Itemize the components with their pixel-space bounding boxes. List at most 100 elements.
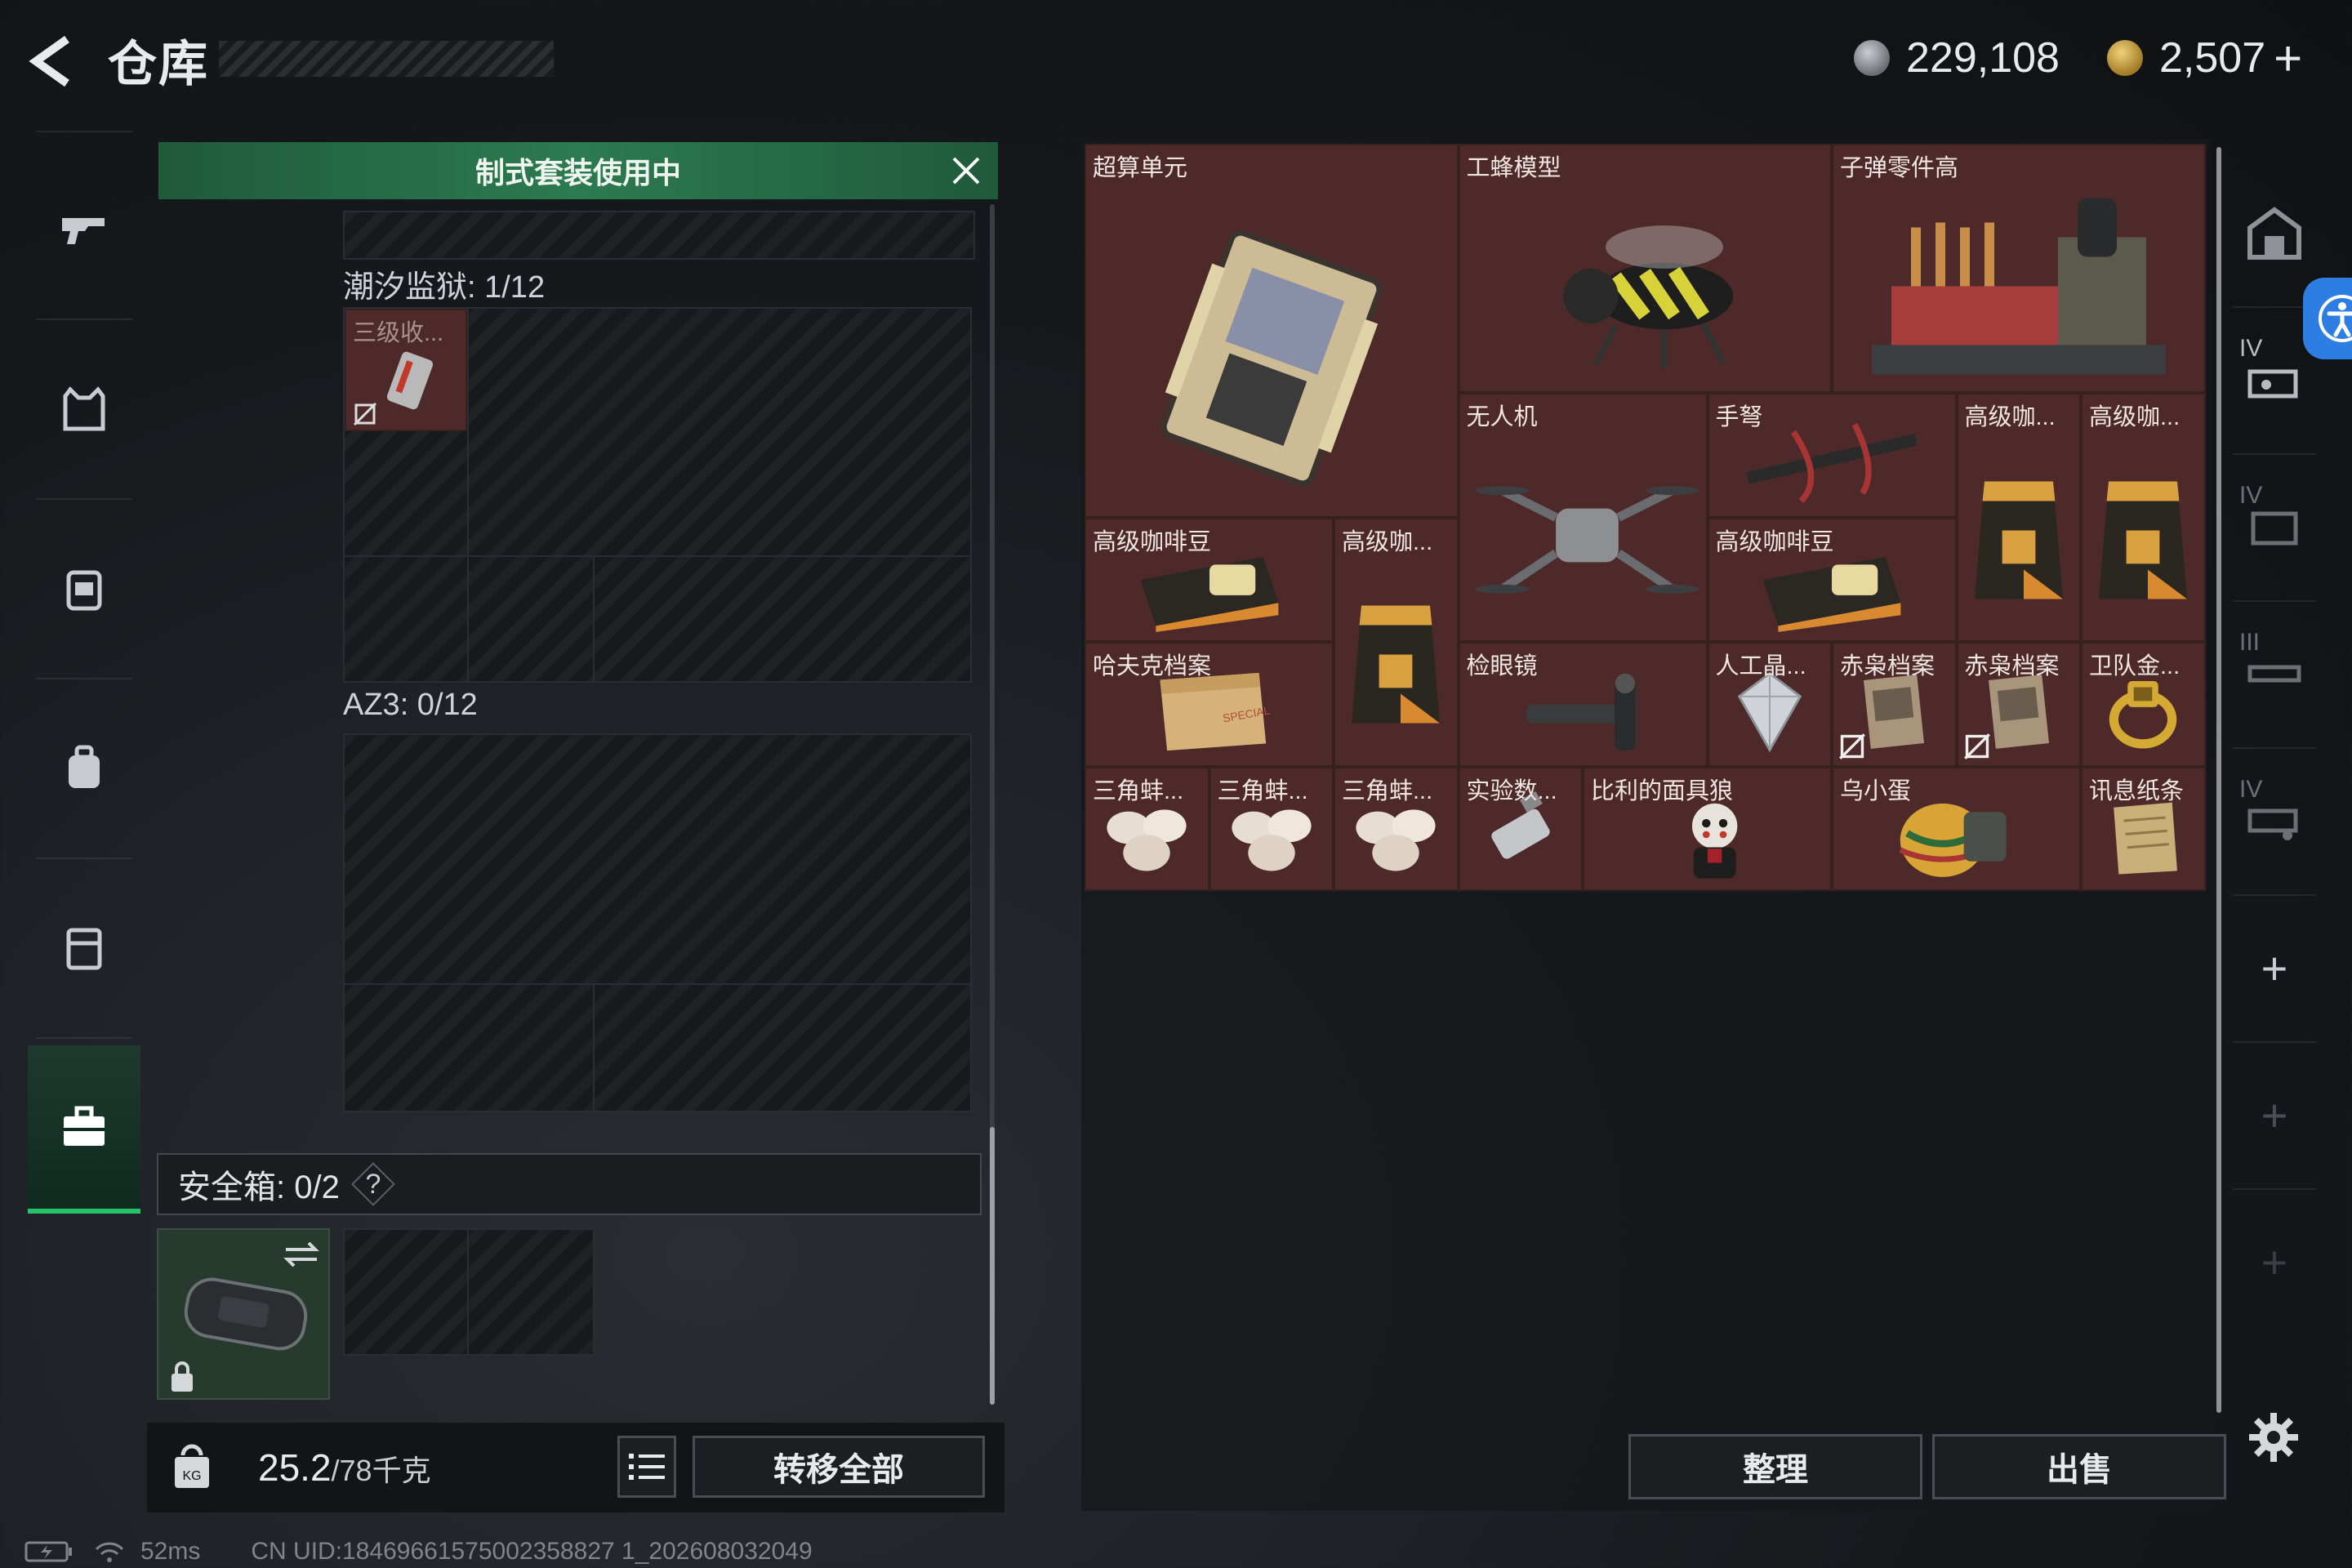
stash-grid[interactable]: 超算单元 工蜂模型 子弹零件高 无人机 手弩 高级咖... 高级咖... 高级咖啡豆 高级咖..… — [1085, 144, 2207, 891]
stash-item-18[interactable]: 三角蚌... — [1209, 766, 1334, 891]
safe-box-label: 安全箱: 0/2 — [178, 1169, 340, 1205]
prison-container-grid[interactable]: 三级收... — [343, 307, 972, 683]
add-stash-tab-locked-2: + — [2261, 1236, 2288, 1288]
currency-silver: 229,108 — [1854, 29, 2060, 87]
currency-silver-value: 229,108 — [1906, 34, 2060, 82]
safe-box-header: 安全箱: 0/2 ? — [157, 1153, 982, 1215]
armor-vest-icon — [63, 386, 105, 431]
stash-tab-4[interactable]: IV — [2221, 751, 2328, 890]
silver-coin-icon — [1854, 40, 1890, 76]
stash-item-5[interactable]: 手弩 — [1707, 393, 1957, 518]
stash-item-20[interactable]: 实验数... — [1458, 766, 1583, 891]
add-stash-tab[interactable]: + — [2221, 898, 2328, 1037]
stash-item-23[interactable]: 讯息纸条 — [2081, 766, 2206, 891]
svg-text:KG: KG — [182, 1469, 201, 1483]
stash-item-21[interactable]: 比利的面具狼 — [1583, 766, 1832, 891]
stash-item-16[interactable]: 卫队金... — [2081, 642, 2206, 767]
stash-item-label: 高级咖... — [1964, 404, 2056, 430]
safe-box-grid[interactable] — [343, 1228, 595, 1356]
weight-capacity: /78千克 — [331, 1454, 431, 1487]
stash-item-4[interactable]: 无人机 — [1458, 393, 1708, 642]
stash-item-label: 赤枭档案 — [1840, 653, 1936, 679]
stash-item-1[interactable]: 超算单元 — [1085, 144, 1459, 518]
stash-item-8[interactable]: 高级咖啡豆 — [1085, 517, 1334, 642]
list-view-button[interactable] — [617, 1436, 676, 1498]
lock-icon — [172, 1361, 193, 1392]
settings-gear-icon[interactable] — [2247, 1411, 2300, 1463]
drone-icon — [1467, 445, 1699, 628]
briefcase-icon — [64, 1106, 105, 1146]
stash-item-11[interactable]: SPECIAL 哈夫克档案 — [1085, 642, 1334, 767]
nav-weapon[interactable] — [28, 147, 140, 310]
stash-item-label: 赤枭档案 — [1964, 653, 2060, 679]
wifi-icon — [95, 1542, 124, 1562]
backpack-icon — [69, 745, 100, 788]
add-stash-tab-locked-1: + — [2261, 1089, 2288, 1141]
stash-item-15[interactable]: 赤枭档案 — [1956, 642, 2081, 767]
title-stripe — [219, 41, 554, 77]
stash-tab-2[interactable]: IV — [2221, 457, 2328, 596]
stash-item-label: 讯息纸条 — [2089, 777, 2185, 804]
stash-item-label: 三角蚌... — [1342, 777, 1433, 804]
kit-banner-text: 制式套装使用中 — [474, 156, 681, 189]
az3-container-grid[interactable] — [343, 733, 972, 1112]
top-bar: 仓库 229,108 2,507 + — [0, 0, 2352, 122]
list-icon — [629, 1454, 665, 1480]
stash-item-2[interactable]: 工蜂模型 — [1458, 144, 1832, 393]
stash-item-13[interactable]: 人工晶... — [1707, 642, 1832, 767]
stash-item-label: 高级咖啡豆 — [1093, 528, 1212, 555]
stash-item-label: 人工晶... — [1715, 653, 1806, 679]
back-arrow-icon[interactable] — [24, 33, 82, 90]
uid-text: CN UID:18469661575002358827 1_2026080320… — [251, 1538, 813, 1565]
stash-item-10[interactable]: 高级咖啡豆 — [1707, 517, 1957, 642]
warehouse-icon — [2247, 207, 2301, 260]
stash-item-label: 手弩 — [1715, 404, 1763, 430]
stash-item-label: 高级咖... — [2089, 404, 2180, 430]
loadout-scrollbar-thumb[interactable] — [990, 1127, 995, 1405]
stash-item-22[interactable]: 乌小蛋 — [1832, 766, 2081, 891]
gold-coin-icon — [2107, 40, 2143, 76]
nav-armor[interactable] — [28, 327, 140, 490]
gun-icon — [62, 218, 105, 244]
stash-item-12[interactable]: 检眼镜 — [1458, 642, 1708, 767]
help-icon[interactable]: ? — [350, 1162, 395, 1206]
stash-item-19[interactable]: 三角蚌... — [1334, 766, 1459, 891]
stash-item-label: 比利的面具狼 — [1591, 777, 1734, 804]
stash-item-6[interactable]: 高级咖... — [1956, 393, 2081, 642]
weapon-rack-icon — [2247, 665, 2301, 683]
stash-item-label: 超算单元 — [1093, 155, 1188, 181]
coffee-bag-icon — [2089, 461, 2197, 612]
safe-box-slot[interactable] — [157, 1228, 330, 1400]
sell-button[interactable]: 出售 — [1932, 1434, 2226, 1499]
swap-icon[interactable] — [281, 1238, 322, 1271]
close-icon[interactable] — [949, 154, 983, 188]
nav-backpack[interactable] — [28, 686, 140, 849]
accessibility-icon — [2319, 295, 2352, 342]
chest-rig-icon — [66, 570, 102, 611]
nav-safebox-active[interactable] — [28, 1045, 140, 1214]
weight-readout: 25.2 /78千克 — [258, 1446, 431, 1490]
cart-icon — [2247, 808, 2298, 840]
stash-item-9[interactable]: 高级咖... — [1334, 517, 1459, 767]
container-icon — [66, 928, 102, 970]
stash-item-14[interactable]: 赤枭档案 — [1832, 642, 1957, 767]
equipment-nav — [28, 131, 140, 1233]
add-currency-button[interactable]: + — [2274, 30, 2302, 87]
sort-button[interactable]: 整理 — [1628, 1434, 1922, 1499]
no-insure-icon — [1839, 733, 1865, 760]
currency-gold-value: 2,507 — [2159, 34, 2266, 82]
transfer-all-button[interactable]: 转移全部 — [693, 1436, 985, 1498]
item-tile-prison-1[interactable]: 三级收... — [345, 309, 467, 431]
weight-icon: KG — [175, 1444, 209, 1488]
stash-item-7[interactable]: 高级咖... — [2081, 393, 2206, 642]
nav-container[interactable] — [28, 866, 140, 1029]
stash-item-3[interactable]: 子弹零件高 — [1832, 144, 2206, 393]
stash-item-label: 子弹零件高 — [1840, 155, 1959, 181]
stash-item-label: 乌小蛋 — [1840, 777, 1912, 804]
nav-rig[interactable] — [28, 506, 140, 670]
stash-tab-3[interactable]: III — [2221, 604, 2328, 743]
stash-item-17[interactable]: 三角蚌... — [1085, 766, 1209, 891]
weight-value: 25.2 — [258, 1446, 332, 1489]
stash-item-label: 工蜂模型 — [1466, 155, 1561, 181]
accessibility-button[interactable] — [2303, 278, 2352, 359]
